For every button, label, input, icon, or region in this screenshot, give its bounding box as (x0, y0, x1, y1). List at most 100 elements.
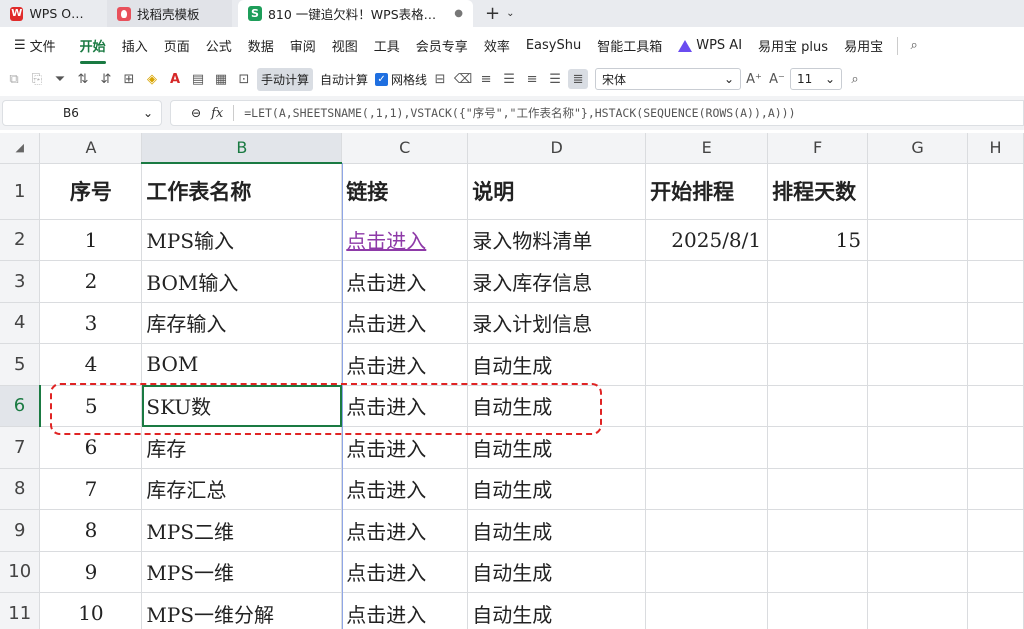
menu-data[interactable]: 数据 (240, 36, 282, 55)
cell[interactable] (867, 163, 968, 220)
cell[interactable]: 点击进入 (341, 385, 469, 427)
row-header[interactable]: 9 (0, 509, 41, 552)
cell[interactable]: 2025/8/1 (645, 219, 769, 261)
borders-icon[interactable]: ⊞ (119, 69, 139, 89)
cell[interactable]: MPS二维 (141, 509, 343, 552)
cell[interactable]: 15 (767, 219, 869, 261)
cell[interactable] (645, 302, 769, 344)
cell[interactable] (867, 509, 968, 552)
tab-wps-office[interactable]: W WPS Office (0, 0, 105, 27)
fill-color-icon[interactable]: ◈ (142, 69, 162, 89)
menu-smart-toolbox[interactable]: 智能工具箱 (589, 36, 670, 55)
find-icon[interactable]: ⌕ (845, 69, 865, 89)
row-header[interactable]: 11 (0, 592, 41, 629)
cell[interactable]: MPS一维 (141, 551, 343, 593)
row-header[interactable]: 7 (0, 426, 41, 469)
tab-template[interactable]: 找稻壳模板 (107, 0, 232, 27)
gridlines-toggle[interactable]: ✓ 网格线 (375, 71, 427, 88)
tab-current-workbook[interactable]: S 810 一键追欠料！WPS表格实战M ● (238, 0, 473, 27)
column-header[interactable]: B (141, 133, 343, 164)
cell[interactable] (767, 551, 869, 593)
hyperlink[interactable]: 点击进入 (346, 229, 426, 253)
sort-descending-icon[interactable]: ⇵ (96, 69, 116, 89)
cell[interactable]: 录入计划信息 (467, 302, 647, 344)
format-painter-icon[interactable]: ⎘ (27, 69, 47, 89)
manual-calc-button[interactable]: 手动计算 (257, 67, 314, 91)
cell[interactable] (967, 343, 1024, 386)
cell[interactable] (967, 385, 1024, 427)
cell[interactable] (645, 260, 769, 303)
cell[interactable]: 库存汇总 (141, 468, 343, 510)
chevron-down-icon[interactable]: ⌄ (506, 8, 514, 19)
cell[interactable] (967, 551, 1024, 593)
align-left-icon[interactable]: ☰ (499, 69, 519, 89)
zoom-icon[interactable]: ⊖ (191, 106, 201, 120)
cell[interactable] (867, 219, 968, 261)
auto-calc-button[interactable]: 自动计算 (316, 68, 372, 91)
table-format-icon[interactable]: ▦ (211, 69, 231, 89)
menu-wps-ai[interactable]: WPS AI (670, 38, 750, 53)
cell[interactable] (867, 385, 968, 427)
cell[interactable] (967, 468, 1024, 510)
clear-format-icon[interactable]: ⌫ (453, 69, 473, 89)
cell[interactable]: 工作表名称 (141, 163, 343, 220)
active-cell[interactable]: SKU数 (141, 385, 343, 427)
fx-icon[interactable]: fx (211, 106, 223, 121)
cell[interactable] (867, 426, 968, 469)
cell[interactable]: 10 (39, 592, 143, 629)
menu-member[interactable]: 会员专享 (408, 36, 476, 55)
menu-home[interactable]: 开始 (72, 36, 114, 64)
cell[interactable]: 自动生成 (467, 468, 647, 510)
cell[interactable] (767, 343, 869, 386)
cell[interactable]: 5 (39, 385, 143, 427)
font-name-select[interactable]: 宋体 ⌄ (595, 68, 742, 90)
sort-ascending-icon[interactable]: ⇅ (73, 69, 93, 89)
font-color-icon[interactable]: A (165, 69, 185, 89)
filter-icon[interactable]: ⏷ (50, 69, 70, 89)
column-header[interactable]: E (645, 133, 769, 164)
cell[interactable]: 6 (39, 426, 143, 469)
cell[interactable] (967, 163, 1024, 220)
cell[interactable]: 1 (39, 219, 143, 261)
cell[interactable] (967, 509, 1024, 552)
cell-hyperlink[interactable]: 点击进入 (341, 219, 469, 261)
cell[interactable]: 点击进入 (341, 302, 469, 344)
cell[interactable] (967, 426, 1024, 469)
row-header[interactable]: 3 (0, 260, 41, 303)
cell[interactable]: 库存 (141, 426, 343, 469)
row-header[interactable]: 8 (0, 468, 41, 510)
cell[interactable]: 自动生成 (467, 551, 647, 593)
cell[interactable]: 3 (39, 302, 143, 344)
row-header[interactable]: 5 (0, 343, 41, 386)
column-header[interactable]: G (867, 133, 968, 164)
menu-page[interactable]: 页面 (156, 36, 198, 55)
cell[interactable]: 点击进入 (341, 551, 469, 593)
menu-easyuse[interactable]: 易用宝 (836, 36, 891, 55)
cell[interactable]: BOM (141, 343, 343, 386)
column-header[interactable]: F (767, 133, 869, 164)
checkbox-checked-icon[interactable]: ✓ (375, 72, 389, 86)
cell-style-icon[interactable]: ▤ (188, 69, 208, 89)
cell[interactable]: 自动生成 (467, 509, 647, 552)
cell[interactable]: 自动生成 (467, 426, 647, 469)
cell[interactable] (767, 592, 869, 629)
align-justify-icon[interactable]: ≣ (568, 69, 589, 89)
cell[interactable] (767, 426, 869, 469)
formula-text[interactable]: =LET(A,SHEETSNAME(,1,1),VSTACK({"序号","工作… (244, 105, 795, 121)
search-icon[interactable]: ⌕ (904, 36, 924, 56)
align-center-icon[interactable]: ≡ (522, 69, 542, 89)
cell[interactable]: 点击进入 (341, 509, 469, 552)
column-header[interactable]: C (341, 133, 469, 164)
cell[interactable] (645, 468, 769, 510)
menu-easyuse-plus[interactable]: 易用宝 plus (750, 36, 836, 55)
align-top-icon[interactable]: ≡ (476, 69, 496, 89)
row-header[interactable]: 1 (0, 163, 41, 220)
cell[interactable] (767, 260, 869, 303)
merge-icon[interactable]: ⊡ (234, 69, 254, 89)
row-header[interactable]: 2 (0, 219, 41, 261)
cell[interactable] (645, 592, 769, 629)
cell[interactable] (867, 468, 968, 510)
plus-icon[interactable]: + (485, 3, 500, 24)
row-header[interactable]: 4 (0, 302, 41, 344)
increase-font-icon[interactable]: A⁺ (744, 69, 764, 89)
